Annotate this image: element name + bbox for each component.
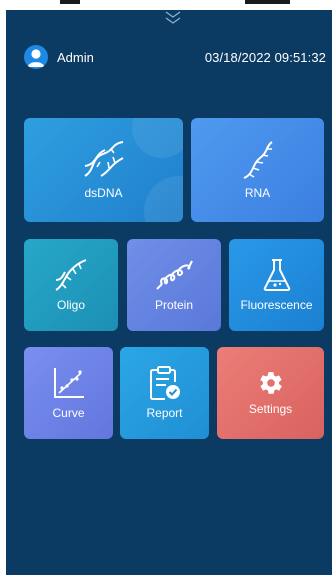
- oligo-label: Oligo: [56, 298, 85, 312]
- tile-decoration: [144, 176, 183, 222]
- dna-helix-icon: [83, 141, 123, 177]
- notch-right: [245, 0, 290, 4]
- protein-label: Protein: [154, 298, 194, 312]
- oligo-strand-icon: [55, 259, 87, 291]
- clipboard-check-icon: [149, 366, 180, 400]
- notch-left: [60, 0, 80, 4]
- rna-strand-icon: [243, 141, 273, 179]
- rna-label: RNA: [244, 186, 271, 200]
- report-label: Report: [146, 406, 183, 420]
- home-screen: Admin 03/18/2022 09:51:32 dsDNA RNA Olig…: [6, 10, 332, 575]
- dsdna-tile[interactable]: dsDNA: [24, 118, 183, 222]
- user-avatar-icon[interactable]: [24, 45, 48, 69]
- dsdna-label: dsDNA: [84, 186, 123, 200]
- gear-icon: [259, 372, 282, 394]
- date-time: 03/18/2022 09:51:32: [204, 49, 326, 65]
- protein-tile[interactable]: Protein: [127, 239, 221, 331]
- report-tile[interactable]: Report: [120, 347, 209, 439]
- header-bar: Admin 03/18/2022 09:51:32: [24, 44, 326, 70]
- oligo-tile[interactable]: Oligo: [24, 239, 118, 331]
- top-status-strip: [0, 0, 332, 10]
- flask-icon: [263, 259, 290, 291]
- settings-tile[interactable]: Settings: [217, 347, 324, 439]
- settings-label: Settings: [248, 402, 293, 416]
- double-chevron-down-icon[interactable]: [162, 10, 184, 28]
- rna-tile[interactable]: RNA: [191, 118, 324, 222]
- tile-decoration: [132, 118, 183, 158]
- fluorescence-label: Fluorescence: [240, 298, 313, 312]
- curve-label: Curve: [52, 406, 85, 420]
- curve-tile[interactable]: Curve: [24, 347, 113, 439]
- fluorescence-tile[interactable]: Fluorescence: [229, 239, 324, 331]
- protein-coil-icon: [156, 260, 193, 290]
- scatter-curve-icon: [53, 368, 84, 398]
- user-name[interactable]: Admin: [57, 50, 94, 65]
